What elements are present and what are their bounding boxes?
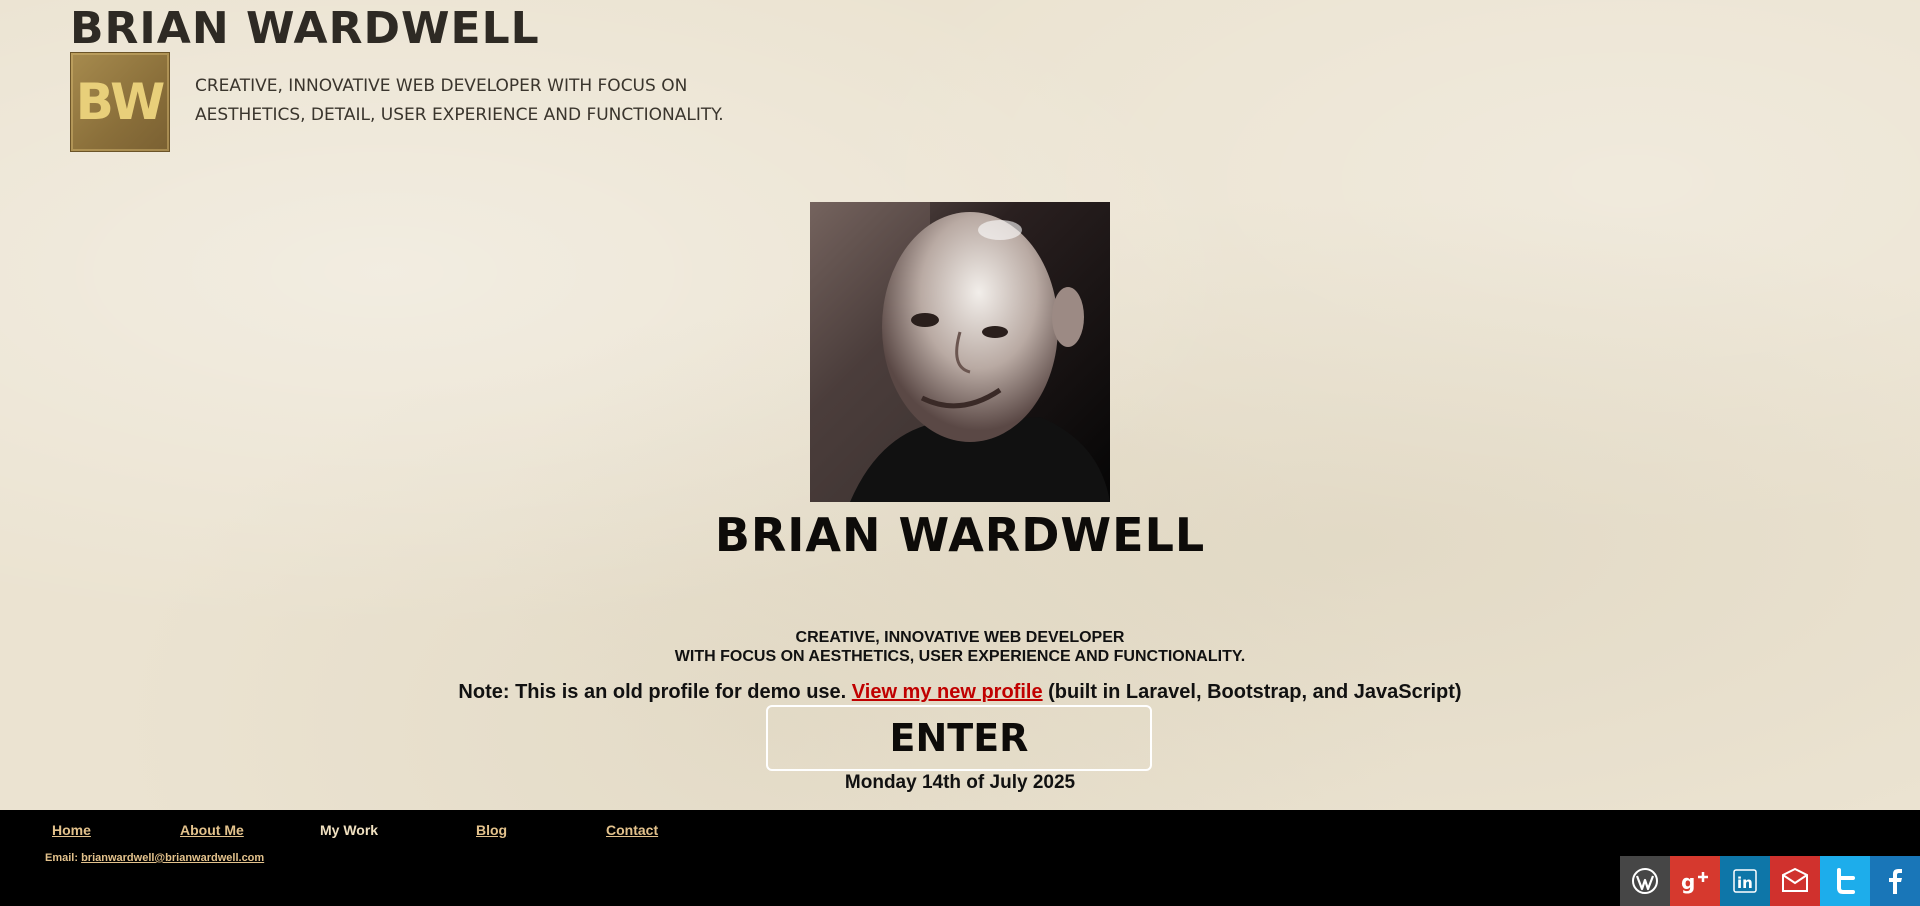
twitter-icon: [1837, 868, 1855, 894]
bw-logo[interactable]: BW: [70, 52, 170, 152]
svg-text:in: in: [1737, 874, 1753, 892]
footer: Home About Me My Work Blog Contact Email…: [0, 810, 1920, 906]
facebook-link[interactable]: [1870, 856, 1920, 906]
footer-email: Email: brianwardwell@brianwardwell.com: [45, 852, 264, 864]
twitter-link[interactable]: [1820, 856, 1870, 906]
mail-icon: [1782, 867, 1808, 892]
facebook-icon: [1889, 869, 1902, 894]
svg-text:g: g: [1681, 870, 1695, 894]
social-links: g in: [1620, 856, 1920, 906]
header-tagline: CREATIVE, INNOVATIVE WEB DEVELOPER WITH …: [195, 76, 724, 125]
current-date: Monday 14th of July 2025: [844, 772, 1076, 793]
mail-link[interactable]: [1770, 856, 1820, 906]
site-title: BRIAN WARDWELL: [70, 3, 540, 54]
portrait-photo: [810, 202, 1110, 502]
email-link[interactable]: brianwardwell@brianwardwell.com: [81, 852, 264, 864]
google-plus-icon: g: [1681, 870, 1708, 894]
hero-tagline-line-2: WITH FOCUS ON AESTHETICS, USER EXPERIENC…: [674, 648, 1246, 665]
profile-note: Note: This is an old profile for demo us…: [0, 681, 1920, 704]
nav-home-link[interactable]: Home: [52, 822, 91, 838]
linkedin-link[interactable]: in: [1720, 856, 1770, 906]
wordpress-link[interactable]: [1620, 856, 1670, 906]
wordpress-icon: [1632, 868, 1658, 894]
nav-blog-link[interactable]: Blog: [476, 822, 507, 838]
nav-contact-link[interactable]: Contact: [606, 822, 658, 838]
note-prefix: Note: This is an old profile for demo us…: [458, 681, 852, 703]
profile-portrait: [810, 202, 1110, 502]
note-suffix: (built in Laravel, Bootstrap, and JavaSc…: [1042, 681, 1462, 703]
hero-name: BRIAN WARDWELL: [714, 508, 1206, 562]
new-profile-link[interactable]: View my new profile: [852, 681, 1043, 703]
hero-tagline-line-1: CREATIVE, INNOVATIVE WEB DEVELOPER: [795, 629, 1125, 646]
linkedin-icon: in: [1733, 869, 1757, 893]
email-label: Email:: [45, 852, 82, 864]
nav-my-work-current: My Work: [320, 822, 379, 838]
nav-about-link[interactable]: About Me: [180, 822, 244, 838]
enter-button[interactable]: ENTER: [766, 705, 1152, 771]
google-plus-link[interactable]: g: [1670, 856, 1720, 906]
hero-tagline: CREATIVE, INNOVATIVE WEB DEVELOPER WITH …: [0, 628, 1920, 666]
